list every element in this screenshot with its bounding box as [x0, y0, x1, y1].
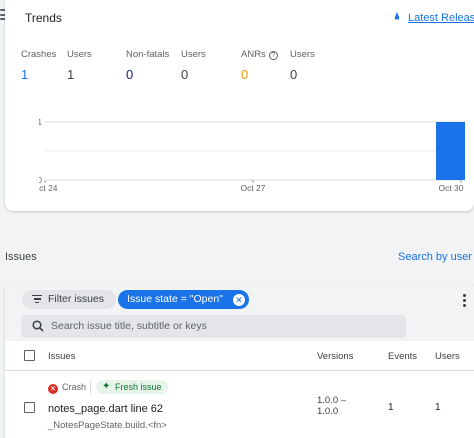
stat-non-fatals: Non-fatals 0 — [126, 49, 169, 82]
bar — [436, 122, 465, 180]
chip-label: Issue state = "Open" — [127, 293, 223, 305]
stat-label: Users — [181, 49, 206, 60]
y-tick-label: 1 — [39, 118, 43, 127]
fresh-issue-badge: ✦ Fresh issue — [96, 380, 168, 394]
filter-issues-button[interactable]: Filter issues — [22, 290, 116, 309]
table-row[interactable]: ✕ Crash ✦ Fresh issue notes_page.dart line… — [5, 372, 474, 438]
stat-non-fatal-users: Users 0 — [181, 49, 206, 82]
stat-label: Crashes — [21, 49, 57, 60]
stat-value: 1 — [67, 67, 75, 82]
stat-label: Users — [67, 49, 92, 60]
sparkle-icon: ✦ — [102, 381, 111, 392]
issue-title[interactable]: notes_page.dart line 62 — [48, 403, 163, 415]
crash-type-label: Crash — [62, 382, 87, 392]
issue-users: 1 — [435, 402, 441, 413]
stat-value: 0 — [290, 67, 298, 82]
col-users[interactable]: Users — [435, 351, 460, 362]
latest-release-label: Latest Release — [408, 12, 474, 24]
issues-heading: Issues — [5, 251, 37, 263]
version-end: 1.0.0 — [317, 406, 339, 417]
stat-value: 1 — [21, 67, 29, 82]
fresh-issue-label: Fresh issue — [115, 382, 162, 392]
issue-events: 1 — [388, 402, 394, 413]
search-placeholder: Search issue title, subtitle or keys — [51, 320, 207, 332]
close-icon[interactable]: ✕ — [232, 293, 245, 306]
trends-chart: 01Oct 24Oct 27Oct 30 — [39, 118, 465, 193]
stat-crash-users: Users 1 — [67, 49, 92, 82]
stat-label: Non-fatals — [126, 49, 170, 60]
issue-versions: 1.0.0 –1.0.0 — [317, 395, 346, 417]
search-icon — [32, 320, 44, 332]
table-header: Issues Versions Events Users — [5, 341, 474, 371]
stat-label: Users — [290, 49, 315, 60]
col-versions[interactable]: Versions — [317, 351, 353, 362]
issue-state-chip[interactable]: Issue state = "Open" ✕ — [118, 290, 249, 309]
select-all-checkbox[interactable] — [24, 350, 35, 361]
issue-subtitle: _NotesPageState.build.<fn> — [48, 420, 167, 431]
crash-error-icon: ✕ — [48, 384, 58, 394]
divider — [90, 381, 91, 394]
x-tick-label: Oct 24 — [39, 183, 58, 193]
stat-crashes: Crashes 1 — [21, 49, 56, 82]
trends-title: Trends — [25, 11, 62, 25]
col-issues: Issues — [48, 351, 76, 362]
stat-anr-users: Users 0 — [290, 49, 315, 82]
issues-toolbar: Filter issues Issue state = "Open" ✕ Sea… — [5, 281, 474, 341]
stat-anrs: ANRs? 0 — [241, 49, 278, 82]
search-by-user-link[interactable]: Search by user ID — [398, 251, 474, 263]
trends-card: Trends Crashes 1 Users 1 Non-fatals 0 Us… — [5, 0, 474, 211]
version-start: 1.0.0 – — [317, 395, 347, 406]
row-checkbox[interactable] — [24, 402, 35, 413]
filter-issues-label: Filter issues — [48, 293, 105, 305]
stat-label: ANRs? — [241, 49, 278, 60]
x-tick-label: Oct 27 — [240, 183, 265, 193]
issue-search-input[interactable]: Search issue title, subtitle or keys — [21, 315, 406, 338]
stat-value: 0 — [241, 67, 249, 82]
filter-icon — [32, 295, 42, 305]
crash-type-tag: ✕ Crash — [48, 382, 86, 394]
stat-value: 0 — [126, 67, 134, 82]
more-vert-icon[interactable] — [463, 294, 467, 309]
x-tick-label: Oct 30 — [438, 183, 463, 193]
latest-release-link[interactable]: Latest Release — [392, 12, 474, 24]
help-icon[interactable]: ? — [268, 51, 278, 60]
stat-label-text: ANRs — [241, 49, 266, 60]
col-events[interactable]: Events — [388, 351, 417, 362]
issues-card: Filter issues Issue state = "Open" ✕ Sea… — [5, 281, 474, 438]
rocket-icon — [395, 12, 399, 20]
stat-value: 0 — [181, 67, 189, 82]
